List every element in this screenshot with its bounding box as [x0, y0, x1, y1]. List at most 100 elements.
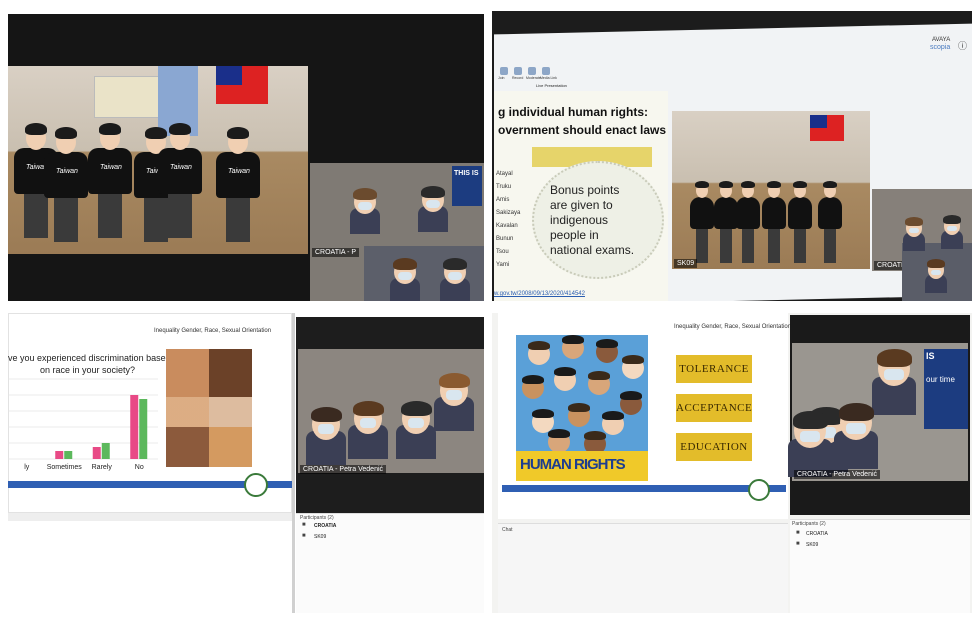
croatia-label: CROATIA - P [312, 248, 360, 257]
face-hair [584, 431, 606, 440]
face-hair [568, 403, 590, 412]
kid-mask [358, 202, 372, 210]
toolbar-button[interactable]: Moderate [526, 76, 541, 80]
face-hair [532, 409, 554, 418]
student-legs [98, 194, 122, 238]
kid-mask [884, 368, 904, 380]
student-shirt [690, 197, 714, 229]
kid-hair [793, 411, 829, 429]
word-card-acceptance: ACCEPTANCE [676, 394, 752, 422]
kid-mask [909, 227, 919, 234]
word-acceptance: ACCEPTANCE [676, 402, 753, 414]
face-hair [522, 375, 544, 384]
student-shirt [736, 197, 760, 229]
slide-title-1: g individual human rights: [498, 105, 648, 119]
chat-panel [498, 523, 788, 613]
slide-header-2: Inequality Gender, Race, Sexual Orientat… [674, 324, 792, 330]
chart-tick-label: ly [24, 464, 30, 471]
toolbar-icon [542, 67, 550, 75]
student-hair [55, 127, 77, 139]
participant-icon-4: ■ [796, 541, 800, 547]
slide-logo-2 [748, 479, 770, 501]
chat-label[interactable]: Chat [502, 527, 513, 533]
kid-hair [927, 259, 945, 268]
student-legs [824, 229, 836, 263]
student-hair [823, 181, 837, 188]
tribe-label: Truku [496, 184, 512, 190]
chart-tick-label: Sometimes [47, 464, 83, 471]
student-shirt [762, 197, 786, 229]
chart-bar [130, 395, 139, 459]
video-label: CROATIA - Petra Vedenić [300, 465, 387, 474]
face-hair [602, 411, 624, 420]
sk09-label: SK09 [674, 259, 698, 268]
panel-taiwan-classroom: Taiwan Taiwan Taiwan Taiwan Taiwan Taiwan THI… [8, 14, 484, 301]
shirt-text: Taiwan [56, 168, 78, 175]
tribe-label: Bunun [496, 236, 514, 242]
student-legs [54, 198, 78, 242]
slide-logo [244, 473, 268, 497]
student-hair [25, 123, 47, 135]
kid-hair [839, 403, 875, 421]
participant-icon-3: ■ [796, 530, 800, 536]
cloud-text: Bonus points are given to indigenous peo… [550, 183, 635, 257]
kid-mask [426, 200, 440, 208]
toolbar-button[interactable]: Join [498, 76, 504, 80]
kid-hair [353, 401, 384, 417]
student-legs [720, 229, 732, 263]
kid-hair [943, 215, 961, 224]
toolbar-button[interactable]: Media Link [540, 76, 557, 80]
kid-mask [445, 390, 463, 401]
student-hair [169, 123, 191, 135]
kid-hair [393, 258, 418, 271]
student-shirt [216, 152, 260, 198]
participant-sk09-2[interactable]: SK09 [806, 542, 818, 548]
tribe-label: Kavalan [496, 223, 518, 229]
student-hair [227, 127, 249, 139]
student-shirt [818, 197, 842, 229]
kid-hair [311, 407, 342, 423]
student-hair [719, 181, 733, 188]
tribe-label: Atayal [496, 171, 513, 177]
sign-text-1: IS [926, 351, 935, 361]
student-legs [226, 198, 250, 242]
participant-icon-2: ■ [302, 533, 306, 539]
face-hair [622, 355, 644, 364]
participant-croatia[interactable]: CROATIA [314, 523, 336, 529]
toolbar-icon [500, 67, 508, 75]
survey-chart: ly Sometimes Rarely No [8, 378, 158, 471]
face-hair [596, 339, 618, 348]
flag-2-canton [810, 115, 827, 128]
student-shirt [788, 197, 812, 229]
slide-header: Inequality Gender, Race, Sexual Orientat… [154, 328, 272, 334]
student-hair [741, 181, 755, 188]
slide-link[interactable]: w.gov.tw/2008/09/13/2020/414542 [494, 291, 585, 297]
live-presentation-label[interactable]: Live Presentation [536, 83, 567, 88]
video-label-2: CROATIA - Petra Vedenić [794, 470, 881, 479]
brand-avaya: AVAYA [932, 37, 951, 43]
participant-sk09[interactable]: SK09 [314, 534, 326, 540]
toolbar-icon [528, 67, 536, 75]
shirt-text: Taiwan [228, 168, 250, 175]
word-card-education: EDUCATION [676, 433, 752, 461]
divider-line [292, 313, 295, 613]
student-legs [144, 198, 168, 242]
word-tolerance: TOLERANCE [679, 363, 749, 375]
chart-bar [139, 399, 148, 459]
sign-board [924, 349, 968, 429]
toolbar-button[interactable]: Record [512, 76, 523, 80]
face-hair [554, 367, 576, 376]
survey-question-1: ve you experienced discrimination based [8, 353, 171, 363]
info-icon[interactable]: ⓘ [958, 39, 967, 52]
tribe-label: Amis [496, 197, 510, 203]
toolbar-icon [514, 67, 522, 75]
participant-croatia-2[interactable]: CROATIA [806, 531, 828, 537]
kid-mask [448, 272, 462, 280]
panel-scopia-presentation: Join Record Moderate Media Link Live Presen… [492, 11, 972, 301]
student-legs [794, 229, 806, 263]
brand-scopia: scopia [930, 44, 951, 51]
student-shirt [714, 197, 738, 229]
face-hair [588, 371, 610, 380]
kid-mask [317, 424, 335, 435]
face-hair [562, 335, 584, 344]
